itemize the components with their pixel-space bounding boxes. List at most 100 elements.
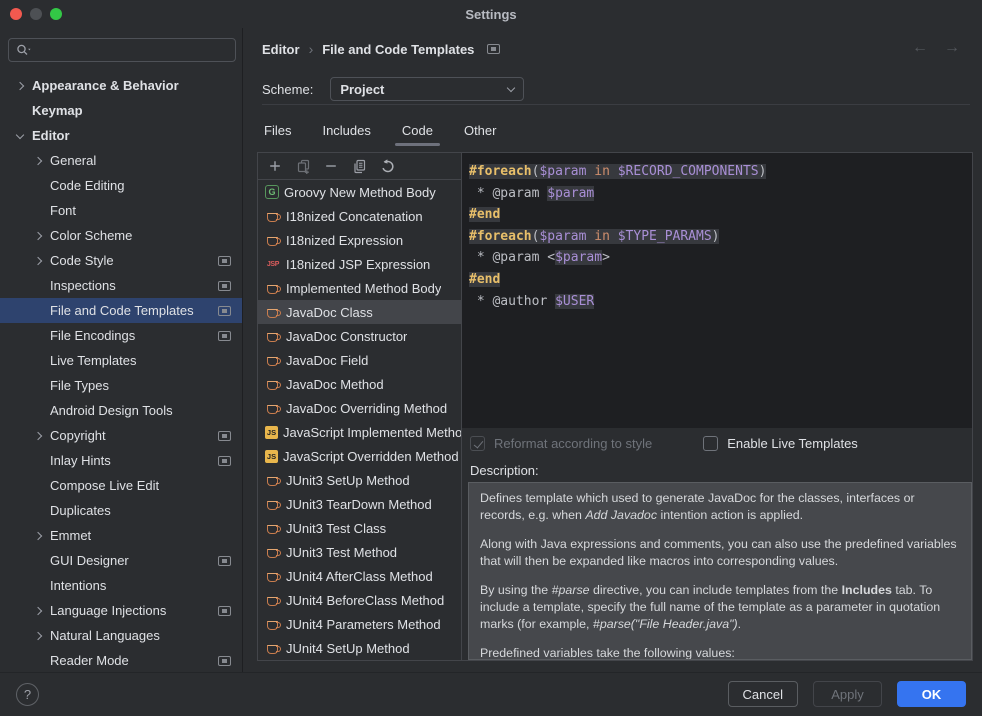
sidebar-item-compose-live-edit[interactable]: Compose Live Edit — [0, 473, 242, 498]
sidebar-item-file-and-code-templates[interactable]: File and Code Templates — [0, 298, 242, 323]
sidebar-item-font[interactable]: Font — [0, 198, 242, 223]
template-item-junit4-parameters-method[interactable]: JUnit4 Parameters Method — [258, 612, 461, 636]
sidebar-item-label: Inlay Hints — [50, 453, 111, 468]
chevron-right-icon[interactable] — [34, 256, 42, 264]
history-nav: ← → — [912, 39, 960, 57]
template-item-implemented-method-body[interactable]: Implemented Method Body — [258, 276, 461, 300]
sidebar-item-code-style[interactable]: Code Style — [0, 248, 242, 273]
settings-window: Settings Appearance & BehaviorKeymapEdit… — [0, 0, 982, 716]
sidebar-item-inlay-hints[interactable]: Inlay Hints — [0, 448, 242, 473]
template-item-junit4-beforeclass-method[interactable]: JUnit4 BeforeClass Method — [258, 588, 461, 612]
tab-includes[interactable]: Includes — [320, 115, 372, 146]
template-item-label: I18nized Expression — [286, 233, 403, 248]
sidebar-item-duplicates[interactable]: Duplicates — [0, 498, 242, 523]
chevron-down-icon — [507, 84, 515, 92]
sidebar-item-label: Android Design Tools — [50, 403, 173, 418]
copy-icon[interactable] — [351, 158, 367, 174]
chevron-right-icon[interactable] — [34, 606, 42, 614]
sidebar-item-code-editing[interactable]: Code Editing — [0, 173, 242, 198]
template-tabs: Files Includes Code Other — [262, 115, 498, 146]
sidebar-item-inspections[interactable]: Inspections — [0, 273, 242, 298]
template-item-javadoc-field[interactable]: JavaDoc Field — [258, 348, 461, 372]
sidebar-item-intentions[interactable]: Intentions — [0, 573, 242, 598]
template-editor[interactable]: #foreach($param in $RECORD_COMPONENTS) *… — [462, 153, 972, 428]
template-item-javadoc-class[interactable]: JavaDoc Class — [258, 300, 461, 324]
dialog-buttons: Cancel Apply OK — [728, 681, 966, 707]
sidebar-item-natural-languages[interactable]: Natural Languages — [0, 623, 242, 648]
template-options: Reformat according to style Enable Live … — [462, 428, 972, 459]
sidebar-item-file-types[interactable]: File Types — [0, 373, 242, 398]
code-line: #foreach($param in $TYPE_PARAMS) — [469, 226, 972, 248]
chevron-down-icon[interactable] — [16, 130, 24, 138]
code-line: #end — [469, 204, 972, 226]
sidebar-item-editor[interactable]: Editor — [0, 123, 242, 148]
template-item-junit4-setup-method[interactable]: JUnit4 SetUp Method — [258, 636, 461, 660]
template-item-junit3-test-method[interactable]: JUnit3 Test Method — [258, 540, 461, 564]
reformat-checkbox[interactable]: Reformat according to style — [470, 436, 652, 451]
sidebar-item-emmet[interactable]: Emmet — [0, 523, 242, 548]
template-item-junit3-teardown-method[interactable]: JUnit3 TearDown Method — [258, 492, 461, 516]
cancel-button[interactable]: Cancel — [728, 681, 798, 707]
per-project-settings-icon — [487, 44, 500, 54]
settings-search[interactable] — [8, 38, 236, 62]
template-item-javadoc-method[interactable]: JavaDoc Method — [258, 372, 461, 396]
sidebar-item-live-templates[interactable]: Live Templates — [0, 348, 242, 373]
forward-arrow-icon[interactable]: → — [944, 39, 960, 57]
chevron-right-icon[interactable] — [34, 431, 42, 439]
sidebar-item-appearance-behavior[interactable]: Appearance & Behavior — [0, 73, 242, 98]
code-line: * @param $param — [469, 183, 972, 205]
template-item-groovy-new-method-body[interactable]: GGroovy New Method Body — [258, 180, 461, 204]
zoom-button[interactable] — [50, 8, 62, 20]
scheme-select[interactable]: Project — [330, 77, 524, 101]
enable-live-templates-checkbox[interactable]: Enable Live Templates — [703, 436, 858, 451]
sidebar-item-file-encodings[interactable]: File Encodings — [0, 323, 242, 348]
breadcrumb-editor[interactable]: Editor — [262, 42, 300, 57]
chevron-right-icon[interactable] — [34, 631, 42, 639]
sidebar-item-gui-designer[interactable]: GUI Designer — [0, 548, 242, 573]
ok-button[interactable]: OK — [897, 681, 966, 707]
reset-to-default-icon[interactable] — [379, 158, 395, 174]
chevron-right-icon[interactable] — [16, 81, 24, 89]
chevron-right-icon[interactable] — [34, 231, 42, 239]
tab-files[interactable]: Files — [262, 115, 293, 146]
sidebar-item-color-scheme[interactable]: Color Scheme — [0, 223, 242, 248]
description-paragraph: Defines template which used to generate … — [480, 490, 960, 524]
apply-button[interactable]: Apply — [813, 681, 882, 707]
help-button[interactable]: ? — [16, 683, 39, 706]
template-item-i18nized-expression[interactable]: I18nized Expression — [258, 228, 461, 252]
sidebar-item-reader-mode[interactable]: Reader Mode — [0, 648, 242, 672]
settings-search-input[interactable] — [32, 42, 228, 59]
remove-template-icon[interactable] — [323, 158, 339, 174]
template-item-label: JavaDoc Method — [286, 377, 384, 392]
template-list: GGroovy New Method BodyI18nized Concaten… — [258, 180, 461, 660]
back-arrow-icon[interactable]: ← — [912, 39, 928, 57]
sidebar-item-android-design-tools[interactable]: Android Design Tools — [0, 398, 242, 423]
add-template-icon[interactable] — [267, 158, 283, 174]
copy-template-icon[interactable] — [295, 158, 311, 174]
template-item-i18nized-concatenation[interactable]: I18nized Concatenation — [258, 204, 461, 228]
template-item-i18nized-jsp-expression[interactable]: JSPI18nized JSP Expression — [258, 252, 461, 276]
sidebar-item-copyright[interactable]: Copyright — [0, 423, 242, 448]
code-line: * @author $USER — [469, 291, 972, 313]
java-cup-icon — [265, 472, 281, 488]
template-item-javadoc-constructor[interactable]: JavaDoc Constructor — [258, 324, 461, 348]
close-button[interactable] — [10, 8, 22, 20]
template-item-junit3-setup-method[interactable]: JUnit3 SetUp Method — [258, 468, 461, 492]
template-item-javadoc-overriding-method[interactable]: JavaDoc Overriding Method — [258, 396, 461, 420]
template-item-javascript-overridden-method[interactable]: JSJavaScript Overridden Method — [258, 444, 461, 468]
sidebar-item-language-injections[interactable]: Language Injections — [0, 598, 242, 623]
sidebar-item-label: Language Injections — [50, 603, 166, 618]
java-cup-icon — [265, 304, 281, 320]
minimize-button[interactable] — [30, 8, 42, 20]
tab-other[interactable]: Other — [462, 115, 499, 146]
template-item-junit3-test-class[interactable]: JUnit3 Test Class — [258, 516, 461, 540]
template-item-junit4-afterclass-method[interactable]: JUnit4 AfterClass Method — [258, 564, 461, 588]
template-item-javascript-implemented-method[interactable]: JSJavaScript Implemented Method — [258, 420, 461, 444]
sidebar-item-general[interactable]: General — [0, 148, 242, 173]
chevron-right-icon[interactable] — [34, 156, 42, 164]
tab-code[interactable]: Code — [400, 115, 435, 146]
chevron-right-icon[interactable] — [34, 531, 42, 539]
template-item-label: JUnit4 Parameters Method — [286, 617, 441, 632]
sidebar-item-keymap[interactable]: Keymap — [0, 98, 242, 123]
sidebar-item-label: Natural Languages — [50, 628, 160, 643]
